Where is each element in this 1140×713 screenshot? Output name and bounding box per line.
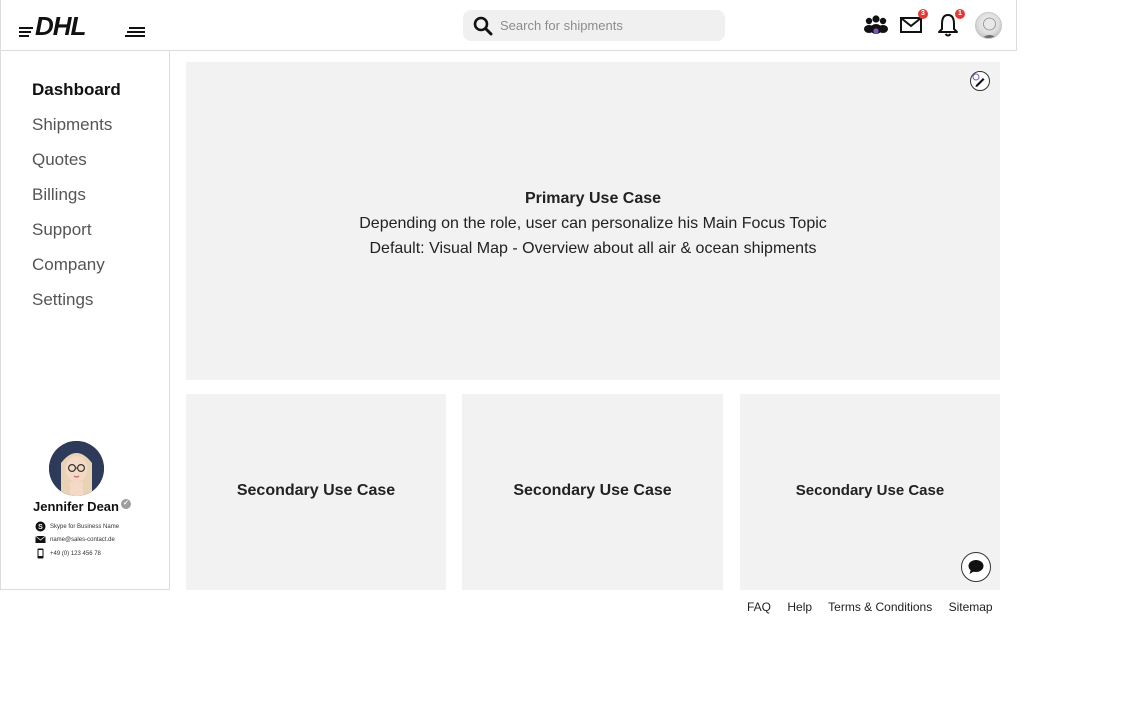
footer-link-faq[interactable]: FAQ (747, 600, 771, 614)
contact-email: name@sales-contact.de (50, 537, 115, 544)
sidebar-item-settings[interactable]: Settings (32, 291, 121, 326)
contact-avatar (49, 441, 104, 496)
search-icon (473, 16, 493, 36)
phone-icon (37, 548, 44, 559)
team-button[interactable] (863, 12, 889, 38)
secondary-use-case-panel[interactable]: Secondary Use Case (740, 394, 1000, 590)
svg-text:S: S (38, 524, 43, 531)
footer-links: FAQ Help Terms & Conditions Sitemap (747, 600, 1006, 614)
logo-text: DHL (35, 14, 86, 38)
secondary-title: Secondary Use Case (513, 482, 672, 499)
contact-phone-row[interactable]: +49 (0) 123 456 78 (35, 548, 101, 559)
pencil-icon (972, 73, 985, 87)
notifications-badge: 1 (955, 9, 965, 19)
primary-default: Default: Visual Map - Overview about all… (369, 240, 817, 257)
primary-use-case-panel[interactable]: Primary Use Case Depending on the role, … (186, 62, 1000, 380)
secondary-use-case-panel[interactable]: Secondary Use Case (186, 394, 446, 590)
verified-icon: ✓ (120, 499, 131, 509)
team-icon (864, 15, 888, 34)
user-photo-icon (982, 17, 997, 38)
sidebar-item-dashboard[interactable]: Dashboard (32, 81, 121, 116)
primary-text: Primary Use Case Depending on the role, … (186, 186, 1000, 261)
contact-phone: +49 (0) 123 456 78 (50, 551, 101, 558)
contact-portrait-icon (49, 441, 104, 496)
skype-icon: S (35, 521, 46, 532)
sidebar-item-shipments[interactable]: Shipments (32, 116, 121, 151)
email-icon (35, 535, 46, 543)
primary-title: Primary Use Case (524, 190, 662, 207)
edit-button[interactable] (970, 71, 990, 91)
chat-bubble-icon (968, 560, 984, 574)
user-avatar[interactable] (975, 12, 1002, 39)
contact-name-row: Jennifer Dean ✓ (33, 499, 131, 514)
sidebar-item-billings[interactable]: Billings (32, 186, 121, 221)
sidebar-item-quotes[interactable]: Quotes (32, 151, 121, 186)
secondary-title: Secondary Use Case (795, 482, 945, 499)
dhl-logo[interactable]: DHL (19, 14, 145, 38)
contact-name: Jennifer Dean (33, 499, 119, 514)
contact-skype-row[interactable]: S Skype for Business Name (35, 521, 119, 532)
top-header: DHL Search for shipments 3 1 (0, 0, 1017, 51)
footer-link-sitemap[interactable]: Sitemap (949, 600, 993, 614)
notifications-button[interactable]: 1 (936, 9, 965, 38)
sidebar-nav: Dashboard Shipments Quotes Billings Supp… (32, 81, 121, 326)
sidebar-item-company[interactable]: Company (32, 256, 121, 291)
primary-description: Depending on the role, user can personal… (359, 215, 827, 232)
messages-button[interactable]: 3 (899, 9, 928, 38)
secondary-use-case-panel[interactable]: Secondary Use Case (462, 394, 723, 590)
search-input[interactable]: Search for shipments (500, 18, 623, 33)
sidebar: Dashboard Shipments Quotes Billings Supp… (0, 51, 170, 590)
messages-badge: 3 (918, 9, 928, 19)
chat-button[interactable] (961, 552, 991, 582)
footer-link-terms[interactable]: Terms & Conditions (828, 600, 932, 614)
contact-email-row[interactable]: name@sales-contact.de (35, 534, 115, 545)
search-bar[interactable]: Search for shipments (463, 10, 725, 41)
secondary-title: Secondary Use Case (236, 482, 396, 499)
footer-link-help[interactable]: Help (787, 600, 812, 614)
sidebar-item-support[interactable]: Support (32, 221, 121, 256)
app-frame: DHL Search for shipments 3 1 Dashboard S… (0, 0, 1140, 713)
contact-skype: Skype for Business Name (50, 524, 120, 531)
